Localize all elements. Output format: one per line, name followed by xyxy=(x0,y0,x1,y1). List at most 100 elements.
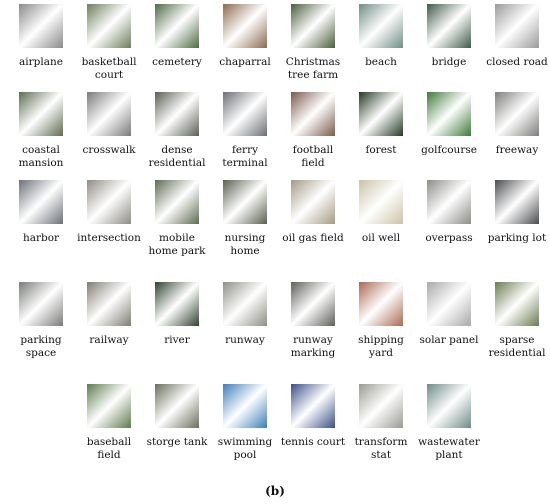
tile-image xyxy=(155,282,199,326)
tile-image xyxy=(359,92,403,136)
tile-image xyxy=(427,92,471,136)
tile-nursing-home: nursing home xyxy=(212,180,278,258)
tile-label: transform stat xyxy=(354,436,408,461)
tile-image xyxy=(291,384,335,428)
tile-label: bridge xyxy=(431,56,467,68)
tile-label: closed road xyxy=(486,56,548,68)
tile-label: coastal mansion xyxy=(18,144,64,169)
tile-forest: forest xyxy=(348,92,414,157)
tile-label: railway xyxy=(89,334,129,346)
tile-label: forest xyxy=(365,144,397,156)
tile-image xyxy=(359,384,403,428)
tile-solar-panel: solar panel xyxy=(416,282,482,347)
tile-image xyxy=(19,282,63,326)
tile-image xyxy=(87,180,131,224)
tile-tennis-court: tennis court xyxy=(280,384,346,449)
tile-closed-road: closed road xyxy=(484,4,550,69)
tile-image xyxy=(223,4,267,48)
tile-image xyxy=(427,180,471,224)
tile-transform-stat: transform stat xyxy=(348,384,414,462)
tile-golfcourse: golfcourse xyxy=(416,92,482,157)
tile-label: beach xyxy=(365,56,397,68)
tile-image xyxy=(155,92,199,136)
tile-airplane: airplane xyxy=(8,4,74,69)
tile-label: cemetery xyxy=(152,56,202,68)
tile-christmas-tree-farm: Christmas tree farm xyxy=(280,4,346,82)
tile-dense-residential: dense residential xyxy=(144,92,210,170)
tile-river: river xyxy=(144,282,210,347)
tile-image xyxy=(291,180,335,224)
tile-label: runway xyxy=(225,334,265,346)
tile-label: basketball court xyxy=(81,56,137,81)
tile-parking-lot: parking lot xyxy=(484,180,550,245)
tile-image xyxy=(223,180,267,224)
tile-label: Christmas tree farm xyxy=(285,56,341,81)
tile-image xyxy=(427,282,471,326)
tile-freeway: freeway xyxy=(484,92,550,157)
tile-label: oil gas field xyxy=(282,232,344,244)
tile-image xyxy=(19,4,63,48)
tile-intersection: intersection xyxy=(76,180,142,245)
tile-ferry-terminal: ferry terminal xyxy=(212,92,278,170)
tile-football-field: football field xyxy=(280,92,346,170)
tile-storge-tank: storge tank xyxy=(144,384,210,449)
tile-image xyxy=(291,282,335,326)
tile-label: wastewater plant xyxy=(418,436,480,461)
tile-label: freeway xyxy=(495,144,539,156)
tile-image xyxy=(495,4,539,48)
tile-image xyxy=(495,180,539,224)
tile-image xyxy=(291,4,335,48)
tile-parking-space: parking space xyxy=(8,282,74,360)
tile-bridge: bridge xyxy=(416,4,482,69)
tile-image xyxy=(87,282,131,326)
figure-caption: (b) xyxy=(265,484,285,498)
tile-chaparral: chaparral xyxy=(212,4,278,69)
tile-label: parking lot xyxy=(487,232,547,244)
tile-image xyxy=(427,384,471,428)
tile-label: sparse residential xyxy=(488,334,546,359)
tile-label: solar panel xyxy=(419,334,479,346)
tile-beach: beach xyxy=(348,4,414,69)
tile-overpass: overpass xyxy=(416,180,482,245)
tile-image xyxy=(155,4,199,48)
tile-image xyxy=(427,4,471,48)
tile-label: river xyxy=(164,334,190,346)
tile-sparse-residential: sparse residential xyxy=(484,282,550,360)
tile-label: football field xyxy=(292,144,334,169)
tile-image xyxy=(19,92,63,136)
tile-image xyxy=(223,282,267,326)
tile-harbor: harbor xyxy=(8,180,74,245)
tile-image xyxy=(87,4,131,48)
tile-coastal-mansion: coastal mansion xyxy=(8,92,74,170)
tile-label: dense residential xyxy=(148,144,206,169)
tile-image xyxy=(359,180,403,224)
tile-image xyxy=(155,384,199,428)
tile-image xyxy=(495,92,539,136)
tile-label: nursing home xyxy=(224,232,266,257)
tile-label: oil well xyxy=(361,232,401,244)
tile-label: golfcourse xyxy=(421,144,477,156)
tile-label: harbor xyxy=(22,232,60,244)
tile-oil-well: oil well xyxy=(348,180,414,245)
tile-image xyxy=(155,180,199,224)
tile-label: tennis court xyxy=(280,436,346,448)
tile-image xyxy=(87,92,131,136)
tile-cemetery: cemetery xyxy=(144,4,210,69)
tile-label: parking space xyxy=(20,334,62,359)
tile-image xyxy=(87,384,131,428)
tile-label: airplane xyxy=(19,56,63,68)
tile-image xyxy=(19,180,63,224)
tile-label: shipping yard xyxy=(358,334,404,359)
tile-crosswalk: crosswalk xyxy=(76,92,142,157)
tile-swimming-pool: swimming pool xyxy=(212,384,278,462)
tile-label: intersection xyxy=(77,232,141,244)
tile-label: crosswalk xyxy=(82,144,136,156)
tile-label: chaparral xyxy=(219,56,271,68)
tile-basketball-court: basketball court xyxy=(76,4,142,82)
tile-image xyxy=(495,282,539,326)
tile-label: overpass xyxy=(425,232,473,244)
tile-shipping-yard: shipping yard xyxy=(348,282,414,360)
tile-baseball-field: baseball field xyxy=(76,384,142,462)
tile-label: baseball field xyxy=(86,436,132,461)
tile-wastewater-plant: wastewater plant xyxy=(416,384,482,462)
